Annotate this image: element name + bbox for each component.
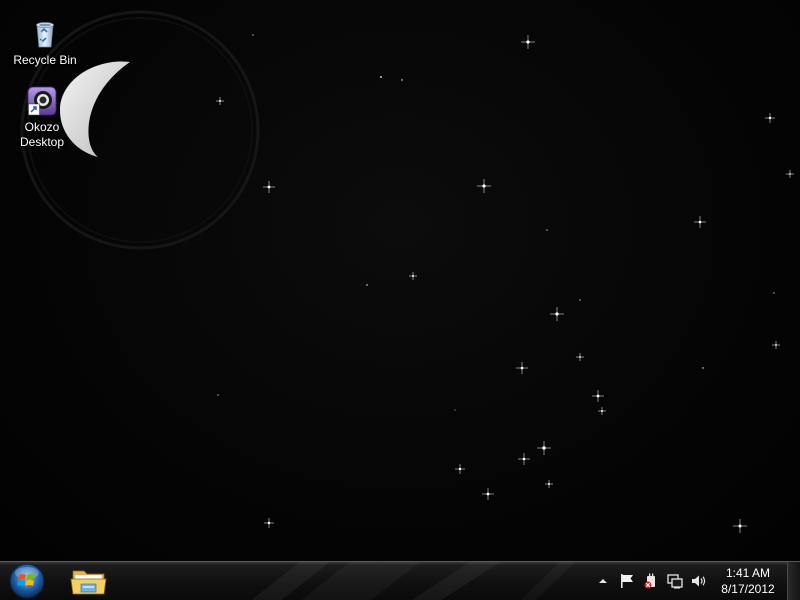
star	[702, 367, 704, 369]
star	[733, 519, 747, 533]
desktop-icon-label-line1: Okozo	[24, 120, 60, 134]
star	[592, 390, 604, 402]
star	[772, 341, 780, 349]
star	[576, 353, 584, 361]
star	[545, 480, 553, 488]
desktop[interactable]: Recycle Bin Okozo Desktop	[0, 0, 800, 561]
start-button[interactable]	[6, 562, 48, 600]
star	[579, 299, 581, 301]
star	[455, 464, 465, 474]
show-desktop-button[interactable]	[787, 562, 800, 600]
star	[217, 394, 219, 396]
stars	[216, 34, 794, 533]
clock-time: 1:41 AM	[725, 566, 771, 580]
power-icon[interactable]	[642, 572, 660, 590]
taskbar[interactable]: 1:41 AM 8/17/2012	[0, 561, 800, 600]
star	[263, 181, 275, 193]
speaker-icon[interactable]	[690, 572, 708, 590]
star	[482, 488, 494, 500]
star	[537, 441, 551, 455]
star	[252, 34, 254, 36]
desktop-icon-recycle-bin[interactable]: Recycle Bin	[8, 18, 82, 68]
star	[518, 453, 530, 465]
recycle-bin-icon	[36, 22, 54, 48]
notification-area	[592, 562, 712, 600]
star	[477, 179, 491, 193]
star	[773, 292, 775, 294]
star	[516, 362, 528, 374]
desktop-icon-label: Recycle Bin	[13, 53, 77, 67]
star	[380, 76, 382, 78]
desktop-icon-label-line2: Desktop	[19, 135, 65, 149]
desktop-icon-okozo-desktop[interactable]: Okozo Desktop	[5, 85, 79, 150]
star	[550, 307, 564, 321]
folder-icon	[70, 570, 107, 595]
star	[546, 229, 548, 231]
flag-icon[interactable]	[618, 572, 636, 590]
taskbar-item-windows-explorer[interactable]	[64, 563, 114, 599]
star	[694, 216, 706, 228]
wallpaper-starfield	[20, 10, 794, 533]
star	[786, 170, 794, 178]
okozo-icon	[27, 86, 57, 116]
desktop-icon-label: Okozo Desktop	[5, 120, 79, 150]
network-icon[interactable]	[666, 572, 684, 590]
clock-date: 8/17/2012	[721, 582, 775, 596]
taskbar-clock[interactable]: 1:41 AM 8/17/2012	[716, 565, 780, 597]
star	[765, 113, 775, 123]
star	[401, 79, 403, 81]
chevron-up-icon[interactable]	[594, 572, 612, 590]
star	[409, 272, 417, 280]
star	[264, 518, 274, 528]
star	[216, 97, 224, 105]
star	[366, 284, 368, 286]
star	[454, 409, 456, 411]
star	[598, 407, 606, 415]
star	[521, 35, 535, 49]
windows-orb-icon	[9, 563, 45, 599]
